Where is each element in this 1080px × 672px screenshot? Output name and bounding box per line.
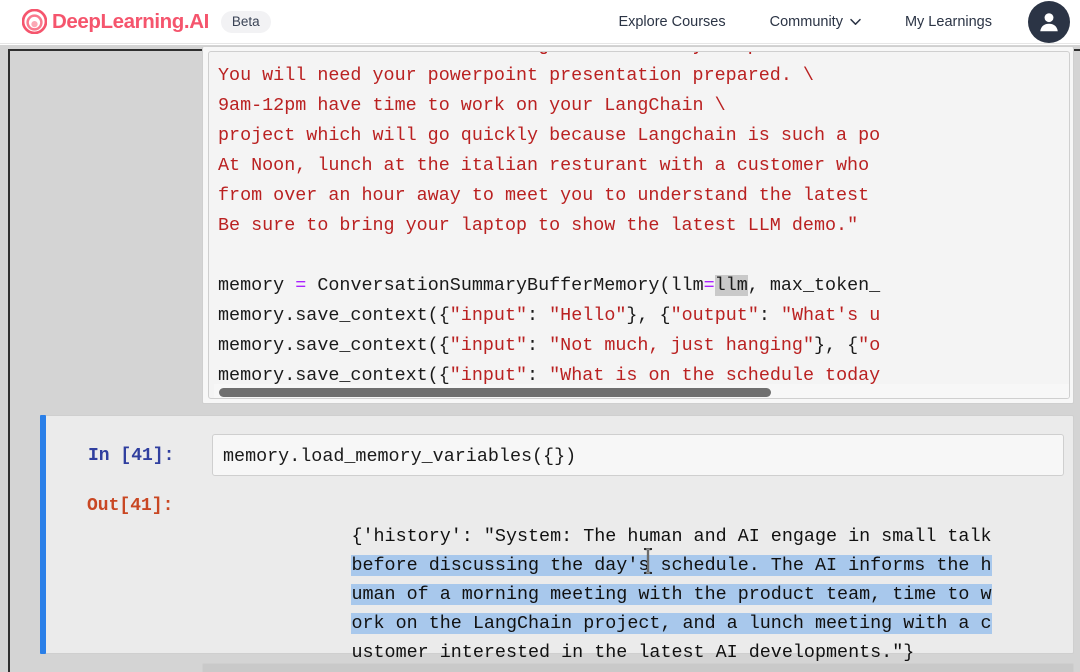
text-ibeam-cursor	[641, 547, 655, 579]
cell-out-prompt: Out[41]:	[87, 496, 174, 516]
code-cell-hscrollbar-thumb[interactable]	[219, 388, 771, 397]
code-source-line: You will need your powerpoint presentati…	[218, 65, 814, 86]
code-source: memory.load_memory_variables({})	[223, 446, 577, 467]
nav-item-community[interactable]: Community	[748, 14, 883, 30]
code-cell-below[interactable]	[202, 663, 1074, 672]
user-avatar-icon[interactable]	[1028, 0, 1070, 43]
beta-badge: Beta	[220, 10, 271, 33]
code-source-line: memory.save_context({"input": "Not much,…	[218, 335, 881, 356]
code-source-line: At Noon, lunch at the italian resturant …	[218, 155, 870, 176]
code-cell-selected[interactable]: In [41]: memory.load_memory_variables({}…	[40, 415, 1079, 663]
notebook-cells-container: schedule = "There is a meeting at 8am wi…	[10, 46, 1080, 672]
code-input-area[interactable]: schedule = "There is a meeting at 8am wi…	[208, 51, 1070, 399]
nav-item-my-learnings[interactable]: My Learnings	[883, 14, 1014, 30]
output-text: ustomer interested in the latest AI deve…	[351, 641, 915, 663]
nav-label: My Learnings	[904, 13, 992, 30]
code-source-line: memory.save_context({"input": "Hello"}, …	[218, 305, 881, 326]
code-source-line: memory = ConversationSummaryBufferMemory…	[218, 275, 881, 296]
notebook-page-frame: schedule = "There is a meeting at 8am wi…	[8, 46, 1080, 672]
code-input-area[interactable]: memory.load_memory_variables({})	[212, 434, 1064, 476]
primary-nav: Explore Courses Community My Learnings	[596, 0, 1072, 43]
nav-label: Explore Courses	[618, 13, 726, 30]
deeplearning-spiral-logo-icon	[22, 9, 47, 34]
nav-item-explore-courses[interactable]: Explore Courses	[596, 14, 747, 30]
string-overlay: schedule = "There is a meeting at 8am wi…	[218, 52, 880, 61]
brand-logo[interactable]: DeepLearning.AI	[22, 9, 209, 34]
top-navigation-bar: DeepLearning.AI Beta Explore Courses Com…	[0, 0, 1080, 44]
code-cell-above[interactable]: schedule = "There is a meeting at 8am wi…	[202, 46, 1074, 404]
chevron-down-icon	[850, 18, 861, 26]
brand-name: DeepLearning.AI	[52, 9, 209, 33]
code-cell-hscrollbar-track[interactable]	[214, 384, 1069, 398]
code-source-line: from over an hour away to meet you to un…	[218, 185, 870, 206]
code-source-line: Be sure to bring your laptop to show the…	[218, 215, 859, 236]
notebook-viewport[interactable]: schedule = "There is a meeting at 8am wi…	[0, 45, 1080, 672]
code-source-line: project which will go quickly because La…	[218, 125, 881, 146]
cell-in-prompt: In [41]:	[88, 446, 175, 466]
selected-cell-indicator	[40, 415, 46, 654]
code-source-line: 9am-12pm have time to work on your LangC…	[218, 95, 726, 116]
nav-label: Community	[769, 13, 843, 30]
